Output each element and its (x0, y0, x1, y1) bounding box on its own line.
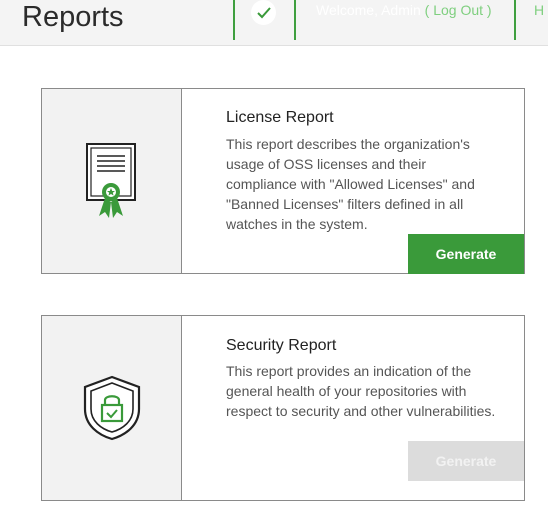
license-report-card: License Report This report describes the… (41, 88, 525, 274)
generate-security-report-button[interactable]: Generate (408, 441, 524, 481)
shield-lock-icon (83, 375, 140, 441)
card-description: This report provides an indication of th… (226, 363, 496, 419)
page-title: Reports (22, 1, 124, 33)
header-separator (233, 0, 235, 40)
header-separator (294, 0, 296, 40)
security-report-card: Security Report This report provides an … (41, 315, 525, 501)
status-check-icon[interactable] (251, 0, 276, 25)
welcome-message: Welcome, Admin ( Log Out ) (316, 2, 492, 18)
header-menu-item[interactable]: H (534, 2, 544, 18)
top-header: Reports Welcome, Admin ( Log Out ) H (0, 0, 548, 46)
security-icon-panel (42, 316, 182, 500)
card-title: Security Report (226, 337, 337, 354)
card-description: This report describes the organization's… (226, 136, 475, 232)
card-title: License Report (226, 109, 334, 126)
certificate-icon (85, 143, 136, 218)
reports-content: License Report This report describes the… (0, 46, 548, 525)
logout-link[interactable]: ( Log Out ) (425, 2, 492, 18)
welcome-text: Welcome, Admin (316, 2, 421, 18)
license-icon-panel (42, 89, 182, 273)
header-separator (514, 0, 516, 40)
generate-license-report-button[interactable]: Generate (408, 234, 524, 274)
